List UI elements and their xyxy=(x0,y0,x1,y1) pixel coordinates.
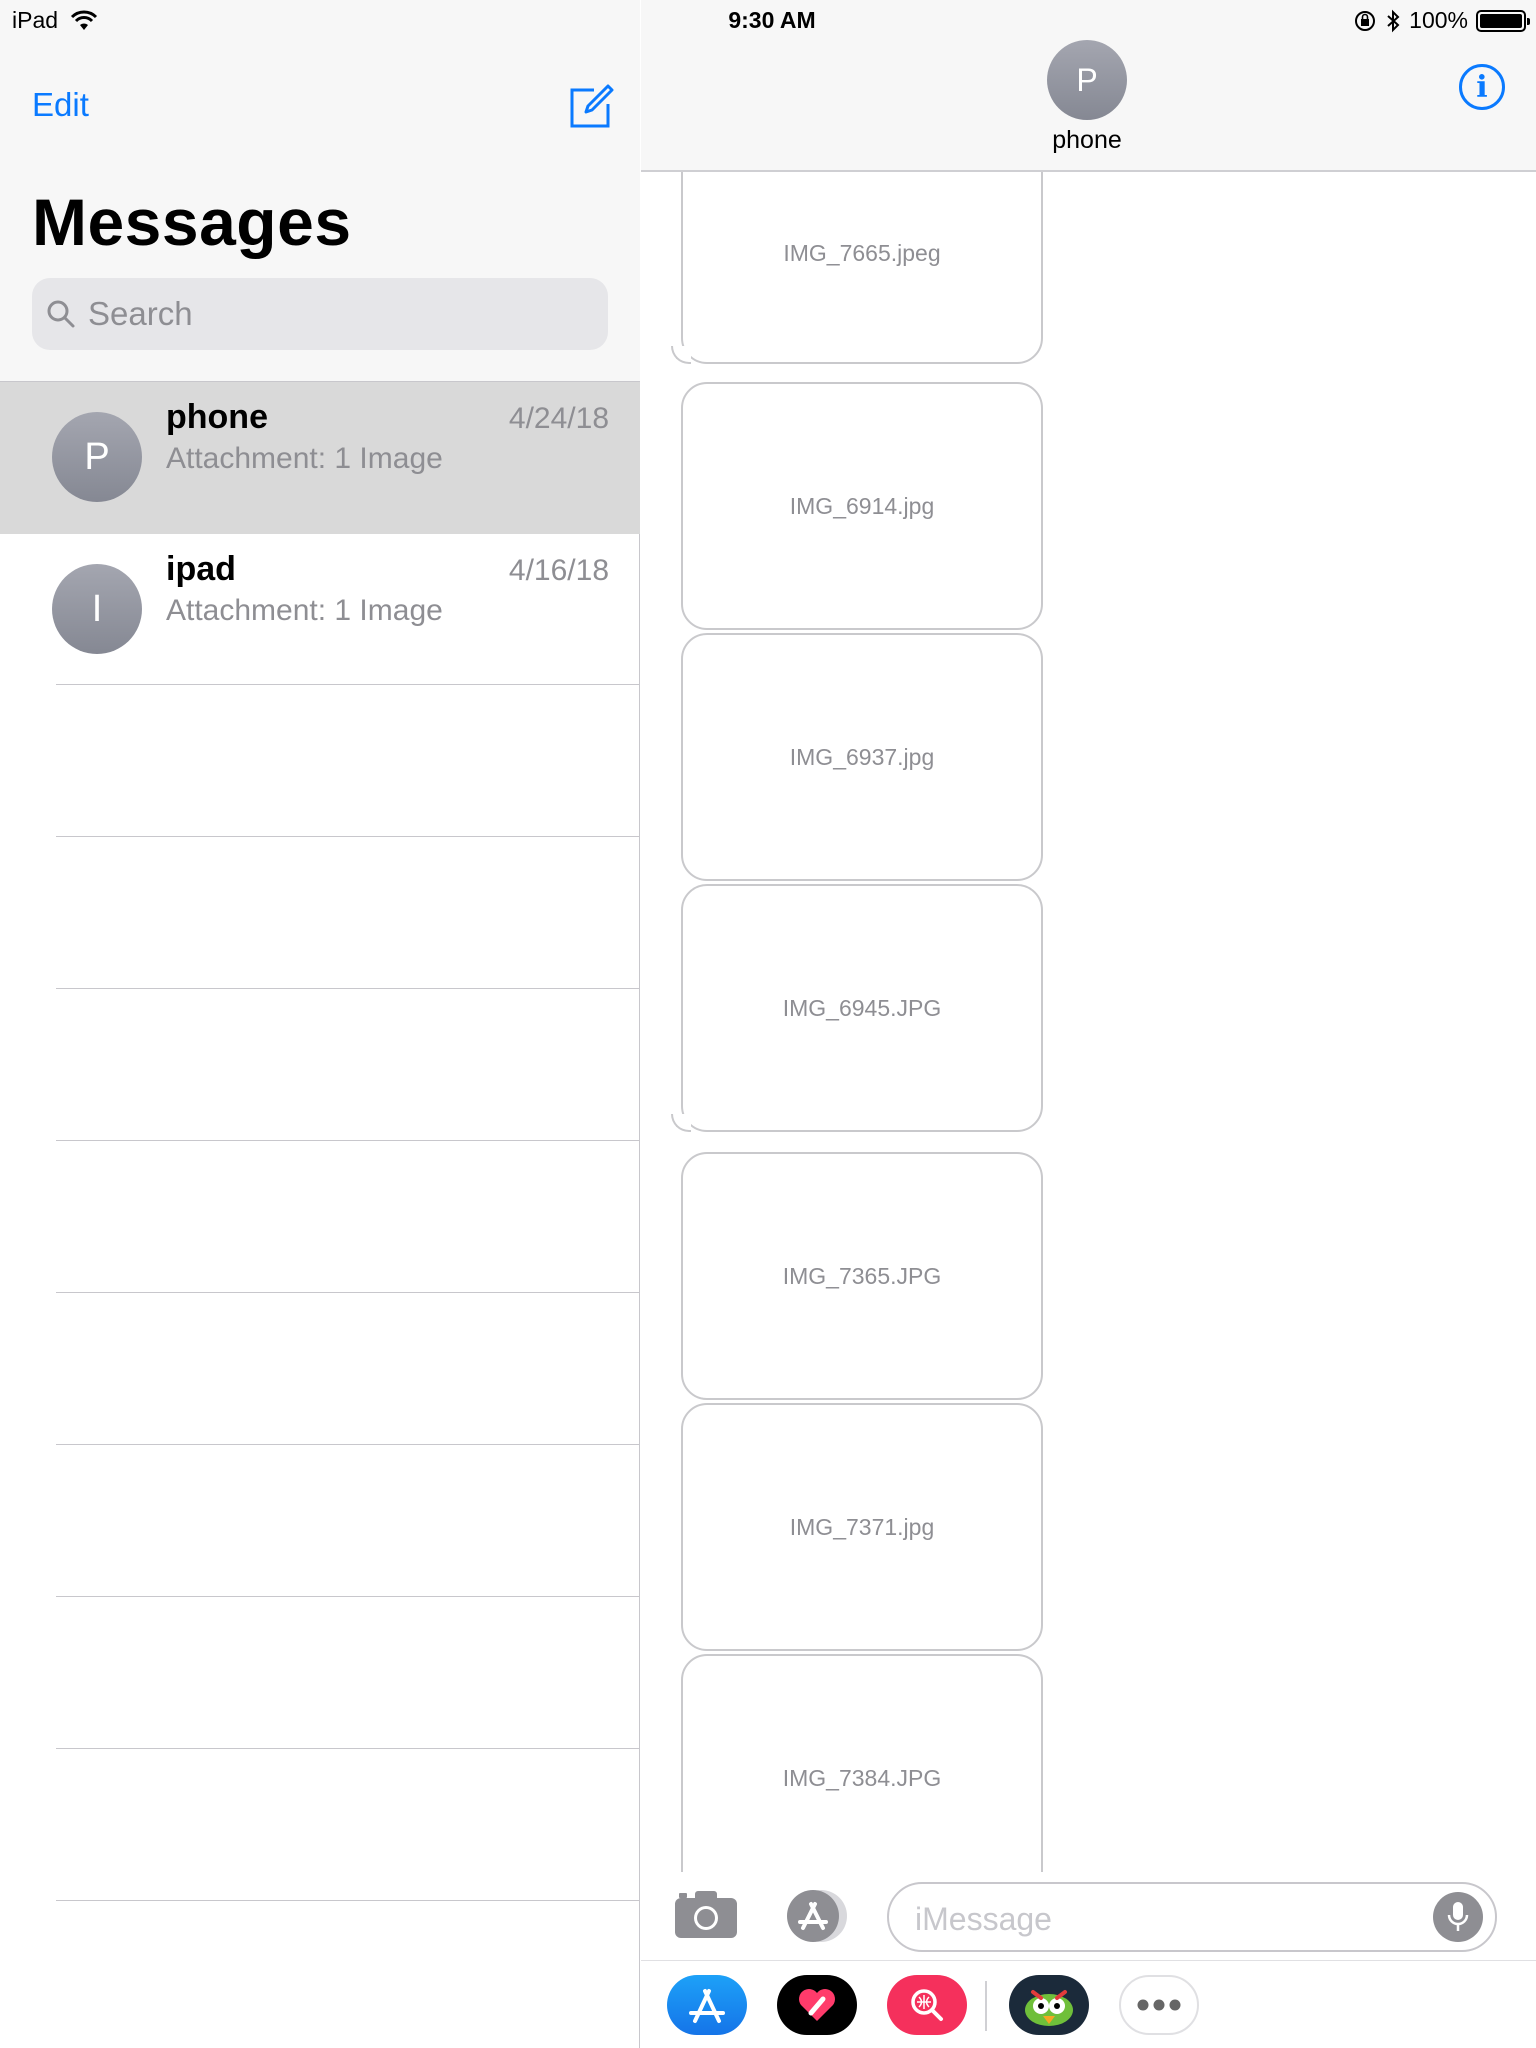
battery-percent: 100% xyxy=(1409,7,1468,33)
image-attachment-bubble[interactable]: IMG_6937.jpg xyxy=(681,633,1043,881)
row-separator xyxy=(56,1292,640,1293)
attachment-filename: IMG_6945.JPG xyxy=(782,994,942,1021)
attachment-filename: IMG_7384.JPG xyxy=(782,1764,942,1791)
game-app-icon[interactable] xyxy=(1009,1975,1089,2035)
search-placeholder: Search xyxy=(88,295,193,332)
row-separator xyxy=(56,836,640,837)
message-input-placeholder: iMessage xyxy=(915,1901,1052,1937)
conversation-date: 4/24/18 xyxy=(508,402,609,435)
conversation-list-pane: Edit Messages Search P phone 4/24/18 Att… xyxy=(0,0,640,2048)
compose-icon[interactable] xyxy=(568,82,614,130)
conversation-name: phone xyxy=(166,398,268,436)
search-input[interactable]: Search xyxy=(32,278,608,350)
wifi-icon xyxy=(70,10,98,30)
status-bar: iPad 9:30 AM 100% xyxy=(0,0,1536,40)
info-icon[interactable]: i xyxy=(1459,64,1505,110)
camera-icon[interactable] xyxy=(673,1888,739,1940)
row-separator xyxy=(56,1596,640,1597)
conversation-preview: Attachment: 1 Image xyxy=(166,442,443,475)
message-input[interactable]: iMessage xyxy=(887,1882,1497,1952)
row-separator xyxy=(56,988,640,989)
row-separator xyxy=(56,1900,640,1901)
image-attachment-bubble[interactable]: IMG_7665.jpeg xyxy=(671,172,1043,364)
image-attachment-bubble[interactable]: IMG_7371.jpg xyxy=(681,1403,1043,1651)
conversation-preview: Attachment: 1 Image xyxy=(166,594,443,627)
message-transcript[interactable]: IMG_7665.jpeg IMG_6914.jpg IMG_6937.jpg … xyxy=(641,172,1536,1872)
app-store-icon[interactable] xyxy=(781,1888,851,1944)
attachment-filename: IMG_7665.jpeg xyxy=(783,239,941,266)
attachment-filename: IMG_6914.jpg xyxy=(789,492,935,519)
attachment-filename: IMG_7371.jpg xyxy=(789,1513,935,1540)
compose-bar: iMessage xyxy=(641,1872,1536,1960)
image-attachment-bubble[interactable]: IMG_6945.JPG xyxy=(671,884,1043,1132)
search-icon xyxy=(47,300,75,328)
clock: 9:30 AM xyxy=(728,7,816,33)
image-attachment-bubble[interactable]: IMG_7365.JPG xyxy=(681,1152,1043,1400)
image-attachment-bubble[interactable]: IMG_7384.JPG xyxy=(681,1654,1043,1872)
avatar: I xyxy=(52,564,142,654)
conversation-row-ipad[interactable]: I ipad 4/16/18 Attachment: 1 Image xyxy=(0,534,640,686)
conversation-name: ipad xyxy=(166,550,236,588)
more-icon[interactable] xyxy=(1119,1975,1199,2035)
conversation-row-phone[interactable]: P phone 4/24/18 Attachment: 1 Image xyxy=(0,382,640,534)
digital-touch-icon[interactable] xyxy=(777,1975,857,2035)
orientation-lock-icon xyxy=(1355,10,1376,31)
attachment-filename: IMG_7365.JPG xyxy=(782,1262,942,1289)
strip-divider xyxy=(985,1981,987,2031)
microphone-icon[interactable] xyxy=(1433,1892,1483,1942)
avatar: P xyxy=(52,412,142,502)
edit-button[interactable]: Edit xyxy=(32,86,89,124)
battery-icon xyxy=(1476,9,1530,32)
row-separator xyxy=(56,684,640,685)
image-attachment-bubble[interactable]: IMG_6914.jpg xyxy=(681,382,1043,630)
conversation-date: 4/16/18 xyxy=(508,554,609,587)
app-store-icon[interactable] xyxy=(667,1975,747,2035)
contact-name[interactable]: phone xyxy=(987,126,1187,155)
conversation-pane: P phone i IMG_7665.jpeg IMG_6914.jpg IMG… xyxy=(641,0,1536,2048)
row-separator xyxy=(56,1748,640,1749)
page-title: Messages xyxy=(32,185,352,259)
imessage-app-strip xyxy=(641,1960,1536,2048)
list-header: Edit Messages Search xyxy=(0,0,640,382)
row-separator xyxy=(56,1140,640,1141)
row-separator xyxy=(56,1444,640,1445)
bluetooth-icon xyxy=(1387,9,1400,32)
device-label: iPad xyxy=(12,7,59,33)
contact-avatar[interactable]: P xyxy=(1047,40,1127,120)
images-search-icon[interactable] xyxy=(887,1975,967,2035)
attachment-filename: IMG_6937.jpg xyxy=(789,743,935,770)
